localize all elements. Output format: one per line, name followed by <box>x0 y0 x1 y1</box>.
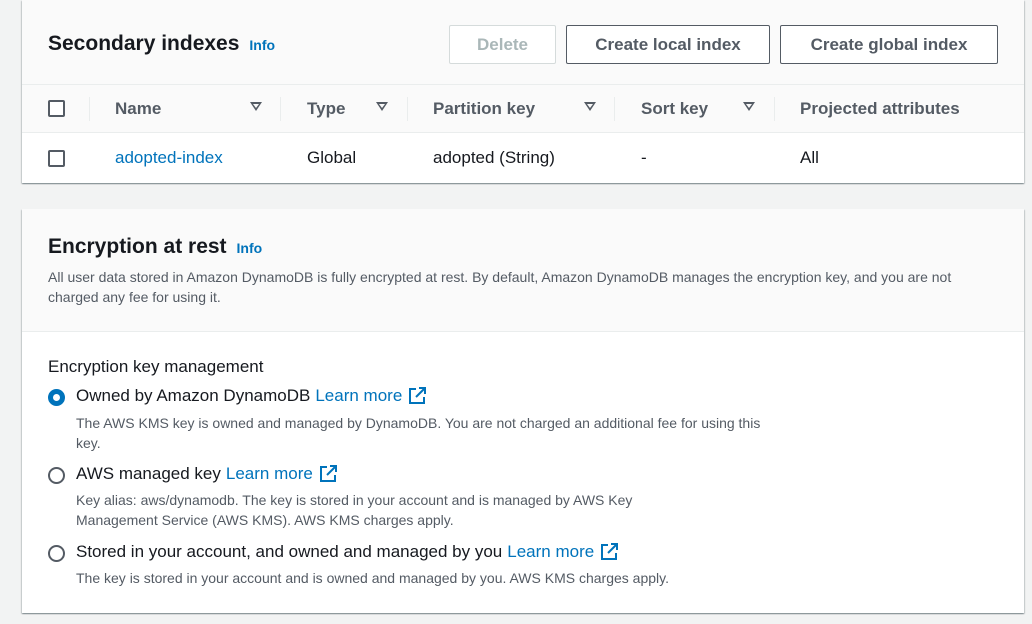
index-name-link[interactable]: adopted-index <box>115 133 223 183</box>
encryption-panel: Encryption at rest Info All user data sto… <box>22 209 1024 613</box>
learn-more-link[interactable]: Learn more <box>507 542 594 562</box>
option-label: AWS managed key <box>76 464 221 483</box>
secondary-indexes-info-link[interactable]: Info <box>249 37 275 53</box>
sort-down-icon[interactable] <box>376 102 388 111</box>
sort-down-icon[interactable] <box>743 102 755 111</box>
column-header-partition-key[interactable]: Partition key <box>433 85 535 133</box>
column-header-projected-attributes: Projected attributes <box>800 99 960 118</box>
sort-down-icon[interactable] <box>250 102 262 111</box>
secondary-indexes-title-wrap: Secondary indexes Info <box>48 32 275 56</box>
radio-aws-managed-key[interactable] <box>48 467 65 484</box>
option-customer-managed-key[interactable]: Stored in your account, and owned and ma… <box>76 542 619 562</box>
sort-down-icon[interactable] <box>584 102 596 111</box>
create-global-index-button[interactable]: Create global index <box>780 25 998 64</box>
option-owned-by-dynamodb[interactable]: Owned by Amazon DynamoDB Learn more <box>76 386 427 406</box>
option-label: Stored in your account, and owned and ma… <box>76 542 503 561</box>
encryption-title-wrap: Encryption at rest Info <box>48 235 262 259</box>
external-link-icon[interactable] <box>408 387 427 405</box>
secondary-indexes-title: Secondary indexes <box>48 32 240 55</box>
create-local-index-button[interactable]: Create local index <box>566 25 770 64</box>
select-all-checkbox[interactable] <box>48 100 65 117</box>
encryption-description: All user data stored in Amazon DynamoDB … <box>48 269 952 305</box>
column-divider <box>407 97 408 121</box>
index-type: Global <box>307 148 357 167</box>
encryption-info-link[interactable]: Info <box>237 240 263 256</box>
index-sort-key: - <box>641 148 647 167</box>
option-description: The key is stored in your account and is… <box>76 570 669 586</box>
column-divider <box>280 97 281 121</box>
table-header-row: Name Type Partition key Sort key Project… <box>22 85 1024 133</box>
secondary-indexes-panel: Secondary indexes Info Delete Create loca… <box>22 0 1024 183</box>
encryption-key-management-label: Encryption key management <box>48 357 264 376</box>
index-partition-key: adopted (String) <box>433 148 555 167</box>
option-description: Key alias: aws/dynamodb. The key is stor… <box>76 492 633 528</box>
option-label: Owned by Amazon DynamoDB <box>76 386 311 405</box>
encryption-header: Encryption at rest Info All user data sto… <box>22 209 1024 332</box>
radio-owned-by-dynamodb[interactable] <box>48 389 65 406</box>
option-description: The AWS KMS key is owned and managed by … <box>76 415 761 451</box>
column-header-type[interactable]: Type <box>307 85 345 133</box>
column-divider <box>614 97 615 121</box>
row-select-checkbox[interactable] <box>48 150 65 167</box>
index-projected-attributes: All <box>800 148 819 167</box>
column-header-sort-key[interactable]: Sort key <box>641 85 708 133</box>
external-link-icon[interactable] <box>319 465 337 483</box>
option-aws-managed-key[interactable]: AWS managed key Learn more <box>76 464 337 484</box>
learn-more-link[interactable]: Learn more <box>315 386 402 406</box>
learn-more-link[interactable]: Learn more <box>226 464 313 484</box>
external-link-icon[interactable] <box>600 543 619 561</box>
delete-button[interactable]: Delete <box>449 25 556 64</box>
encryption-title: Encryption at rest <box>48 235 227 258</box>
radio-customer-managed-key[interactable] <box>48 545 65 562</box>
column-header-name[interactable]: Name <box>115 85 161 133</box>
secondary-indexes-header: Secondary indexes Info Delete Create loca… <box>22 0 1024 85</box>
column-divider <box>89 97 90 121</box>
column-divider <box>774 97 775 121</box>
